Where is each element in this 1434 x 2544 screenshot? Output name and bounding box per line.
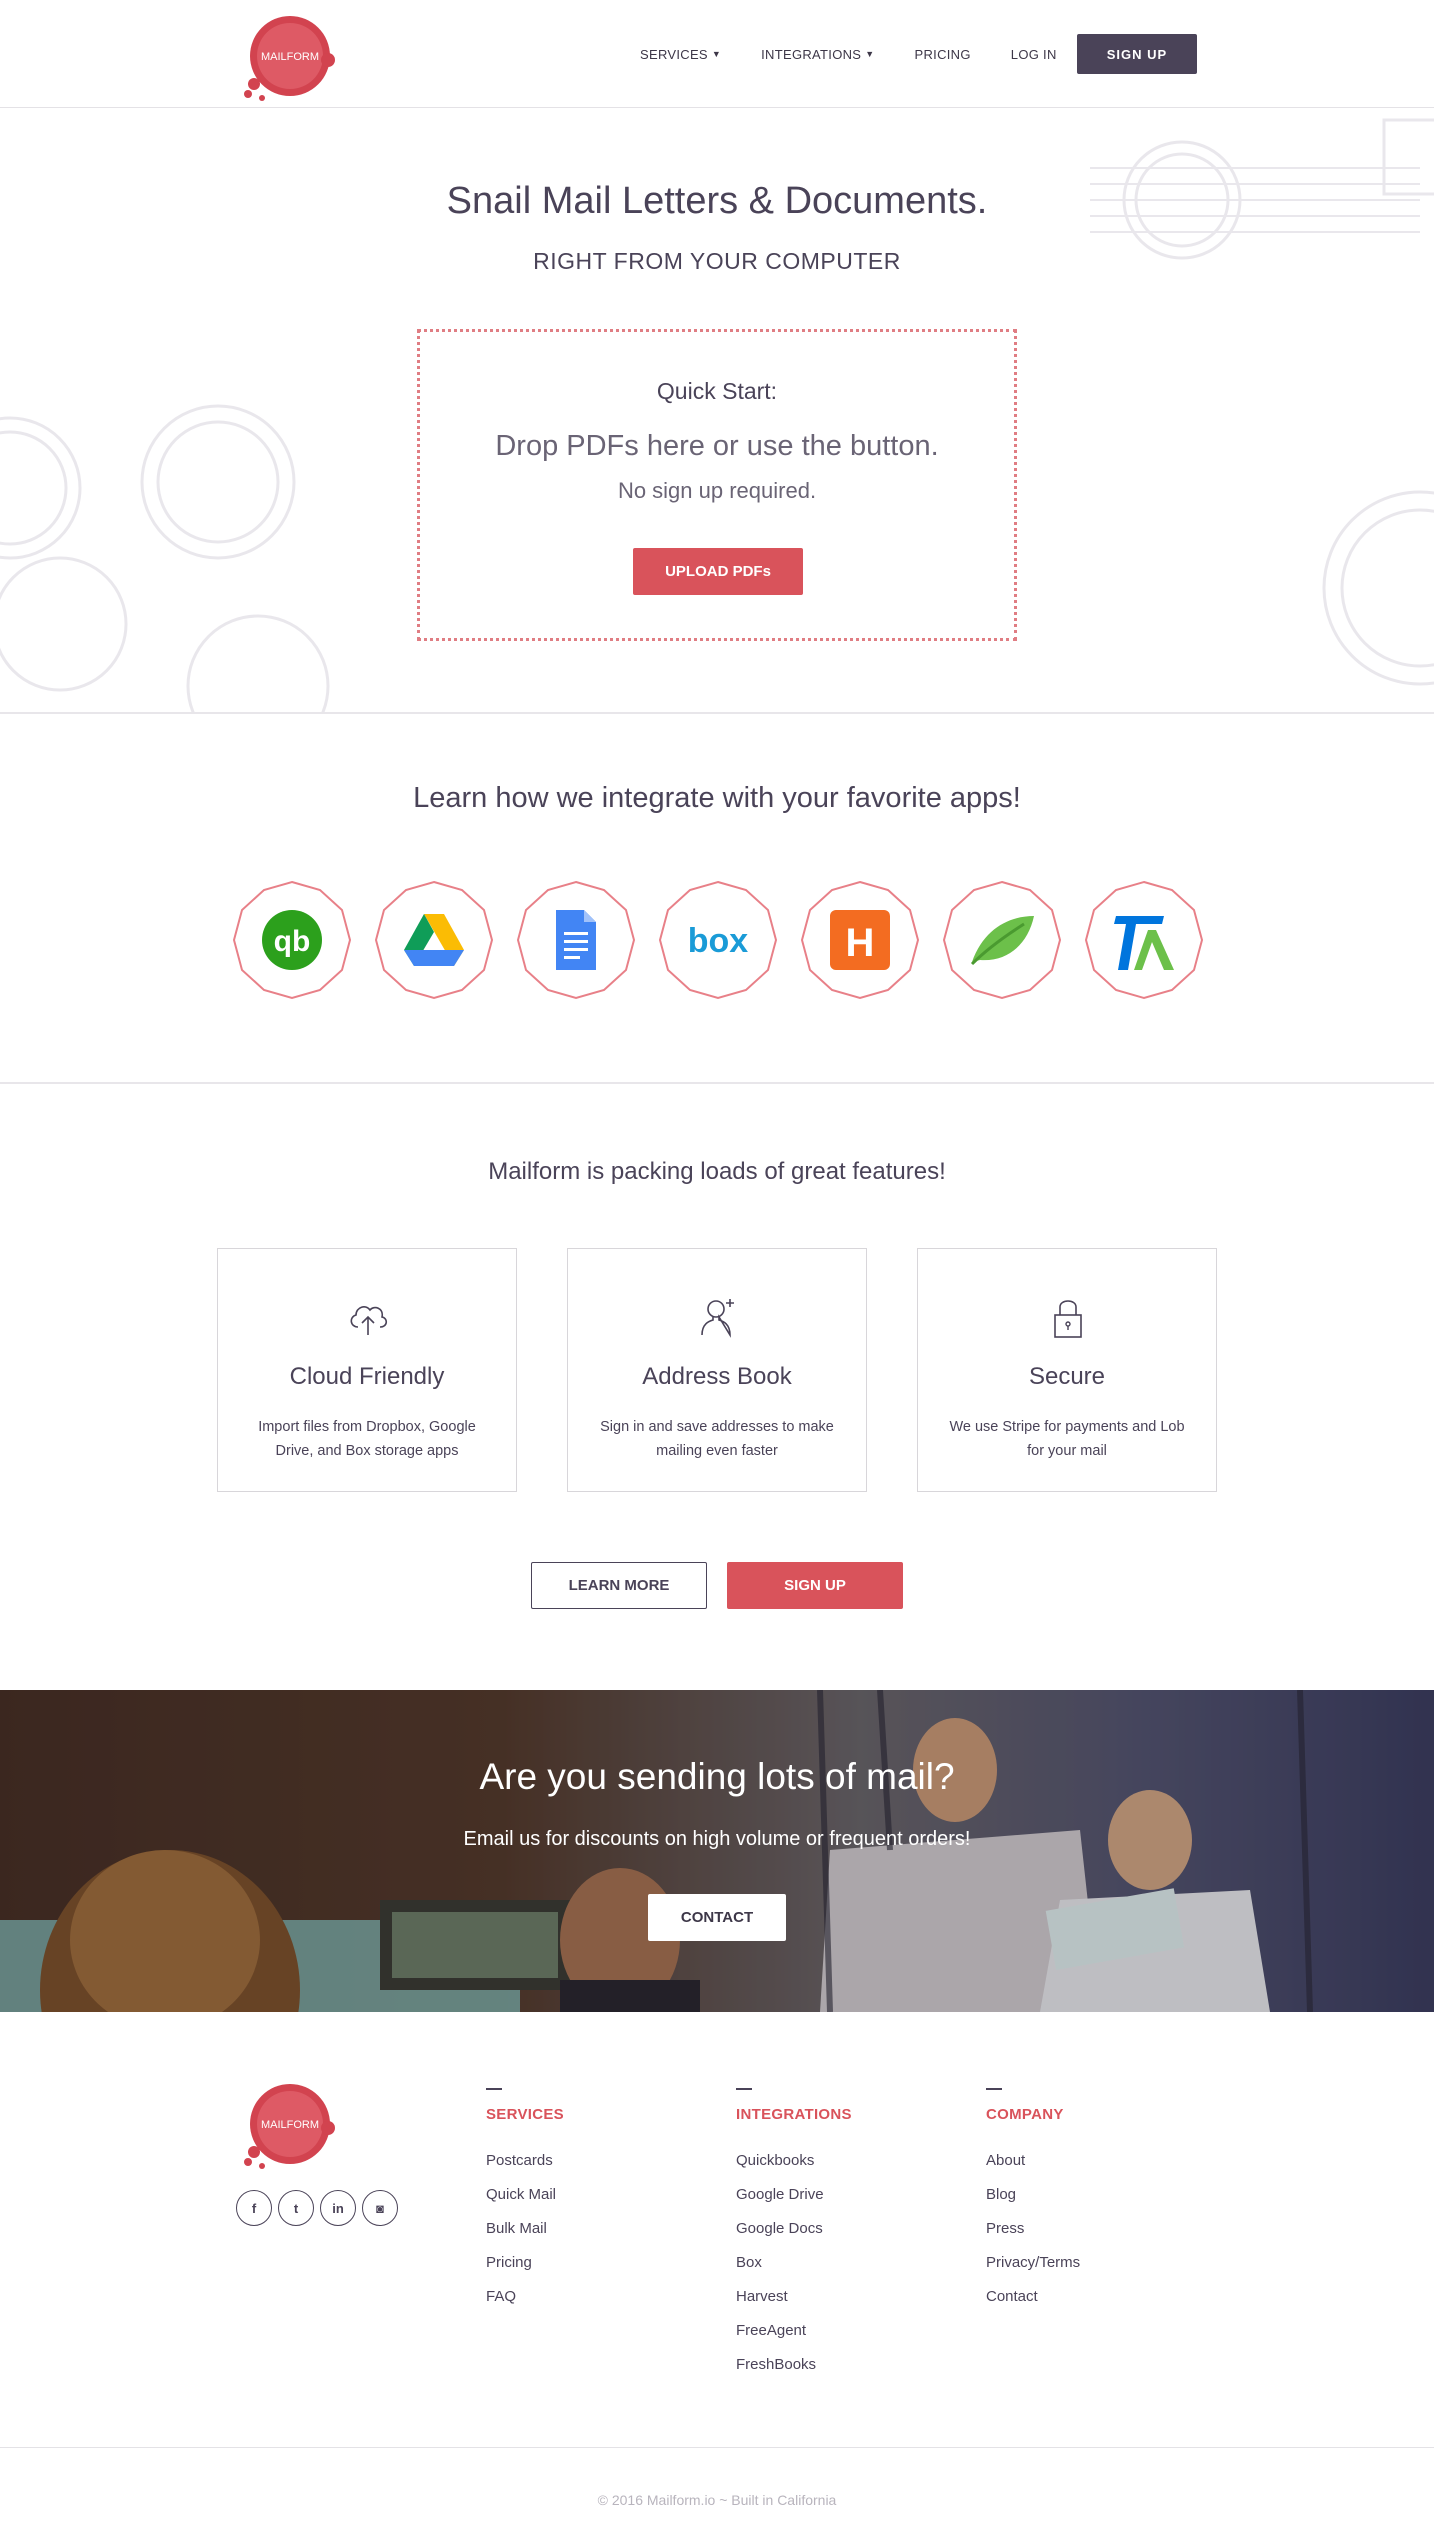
footer-link[interactable]: Privacy/Terms — [986, 2253, 1206, 2287]
add-user-icon — [701, 1299, 734, 1338]
caret-down-icon: ▼ — [711, 49, 722, 59]
footer-link[interactable]: Press — [986, 2219, 1206, 2253]
harvest-icon: H — [830, 910, 890, 970]
footer-column-services: SERVICES Postcards Quick Mail Bulk Mail … — [486, 2088, 706, 2321]
footer-link[interactable]: Contact — [986, 2287, 1206, 2321]
footer-link[interactable]: Postcards — [486, 2151, 706, 2185]
integrations-title: Learn how we integrate with your favorit… — [413, 782, 1021, 814]
features-title: Mailform is packing loads of great featu… — [488, 1158, 946, 1185]
column-divider — [736, 2088, 752, 2090]
footer-column-integrations: INTEGRATIONS Quickbooks Google Drive Goo… — [736, 2088, 956, 2389]
app-freeagent[interactable] — [940, 878, 1064, 1002]
footer-link[interactable]: Quickbooks — [736, 2151, 956, 2185]
lock-icon — [1054, 1300, 1082, 1338]
nav-integrations[interactable]: INTEGRATIONS ▼ — [761, 47, 874, 62]
feature-title: Address Book — [642, 1363, 792, 1390]
footer-link[interactable]: Google Docs — [736, 2219, 956, 2253]
svg-text:qb: qb — [274, 925, 311, 958]
footer-heading: COMPANY — [986, 2106, 1064, 2123]
integration-apps-row: qb box H — [230, 878, 1204, 1002]
app-google-docs[interactable] — [514, 878, 638, 1002]
feature-card-cloud: Cloud Friendly Import files from Dropbox… — [217, 1248, 517, 1492]
social-links: f t in ◙ — [236, 2190, 404, 2226]
footer-link[interactable]: Pricing — [486, 2253, 706, 2287]
app-box[interactable]: box — [656, 878, 780, 1002]
linkedin-icon[interactable]: in — [320, 2190, 356, 2226]
contact-button[interactable]: CONTACT — [648, 1894, 786, 1941]
footer-divider — [0, 2447, 1434, 2448]
quickbooks-icon: qb — [262, 910, 322, 970]
hero-section: Snail Mail Letters & Documents. RIGHT FR… — [0, 108, 1434, 714]
feature-title: Cloud Friendly — [289, 1363, 445, 1390]
feature-description: We use Stripe for payments and Lob for y… — [949, 1419, 1185, 1459]
google-docs-icon — [556, 910, 596, 970]
feature-description: Sign in and save addresses to make maili… — [600, 1419, 834, 1459]
nav-login[interactable]: LOG IN — [1011, 47, 1057, 62]
hero-title: Snail Mail Letters & Documents. — [446, 180, 988, 222]
instagram-icon[interactable]: ◙ — [362, 2190, 398, 2226]
bulk-mail-subtitle: Email us for discounts on high volume or… — [463, 1828, 971, 1850]
hero-subtitle: RIGHT FROM YOUR COMPUTER — [533, 248, 901, 274]
app-freshbooks[interactable] — [1082, 878, 1206, 1002]
nav-login-label: LOG IN — [1010, 46, 1057, 62]
learn-more-button[interactable]: LEARN MORE — [531, 1562, 707, 1609]
column-divider — [486, 2088, 502, 2090]
nav-integrations-label: INTEGRATIONS — [761, 46, 862, 62]
nav-services[interactable]: SERVICES ▼ — [640, 47, 721, 62]
footer-link[interactable]: Blog — [986, 2185, 1206, 2219]
footer-link[interactable]: Quick Mail — [486, 2185, 706, 2219]
features-signup-button[interactable]: SIGN UP — [727, 1562, 903, 1609]
upload-pdfs-button[interactable]: UPLOAD PDFs — [633, 548, 803, 595]
nav-pricing[interactable]: PRICING — [915, 47, 971, 62]
header-signup-button[interactable]: SIGN UP — [1077, 34, 1197, 74]
nav-services-label: SERVICES — [640, 46, 708, 62]
column-divider — [986, 2088, 1002, 2090]
twitter-icon[interactable]: t — [278, 2190, 314, 2226]
footer-mailform-logo[interactable]: MAILFORM — [240, 2080, 338, 2170]
app-quickbooks[interactable]: qb — [230, 878, 354, 1002]
footer-link[interactable]: FreshBooks — [736, 2355, 956, 2389]
feature-description: Import files from Dropbox, Google Drive,… — [258, 1419, 476, 1459]
logo-wordmark: MAILFORM — [261, 2119, 319, 2131]
logo-wordmark: MAILFORM — [261, 51, 319, 63]
footer-link[interactable]: Harvest — [736, 2287, 956, 2321]
box-icon: box — [688, 922, 749, 960]
copyright-text: © 2016 Mailform.io ~ Built in California — [597, 2492, 837, 2508]
pdf-drop-zone[interactable]: Quick Start: Drop PDFs here or use the b… — [417, 329, 1017, 641]
footer-link[interactable]: Google Drive — [736, 2185, 956, 2219]
nav-pricing-label: PRICING — [914, 46, 971, 62]
footer-link[interactable]: FreeAgent — [736, 2321, 956, 2355]
facebook-icon[interactable]: f — [236, 2190, 272, 2226]
quick-start-label: Quick Start: — [656, 378, 778, 404]
bulk-mail-banner: Are you sending lots of mail? Email us f… — [0, 1690, 1434, 2012]
footer-link[interactable]: About — [986, 2151, 1206, 2185]
footer-heading: SERVICES — [486, 2106, 564, 2123]
footer-heading: INTEGRATIONS — [736, 2106, 852, 2123]
svg-text:H: H — [846, 921, 875, 965]
app-google-drive[interactable] — [372, 878, 496, 1002]
cloud-upload-icon — [350, 1306, 388, 1335]
footer-link[interactable]: FAQ — [486, 2287, 706, 2321]
main-nav: SERVICES ▼ INTEGRATIONS ▼ PRICING LOG IN — [640, 34, 1097, 74]
app-harvest[interactable]: H — [798, 878, 922, 1002]
caret-down-icon: ▼ — [865, 49, 875, 59]
bulk-mail-title: Are you sending lots of mail? — [479, 1756, 955, 1797]
drop-instructions: Drop PDFs here or use the button. — [495, 430, 939, 462]
footer-link[interactable]: Box — [736, 2253, 956, 2287]
mailform-logo[interactable]: MAILFORM — [240, 12, 338, 102]
no-signup-note: No sign up required. — [617, 478, 817, 503]
footer-column-company: COMPANY About Blog Press Privacy/Terms C… — [986, 2088, 1206, 2321]
feature-card-secure: Secure We use Stripe for payments and Lo… — [917, 1248, 1217, 1492]
integrations-section: Learn how we integrate with your favorit… — [0, 714, 1434, 1084]
office-scene-background — [0, 1690, 1434, 2012]
features-section: Mailform is packing loads of great featu… — [0, 1084, 1434, 1690]
footer-link[interactable]: Bulk Mail — [486, 2219, 706, 2253]
feature-title: Secure — [1028, 1363, 1106, 1390]
feature-card-address-book: Address Book Sign in and save addresses … — [567, 1248, 867, 1492]
site-footer: MAILFORM f t in ◙ SERVICES Postcards Qui… — [0, 2012, 1434, 2544]
site-header: MAILFORM SERVICES ▼ INTEGRATIONS ▼ PRICING… — [0, 0, 1434, 108]
